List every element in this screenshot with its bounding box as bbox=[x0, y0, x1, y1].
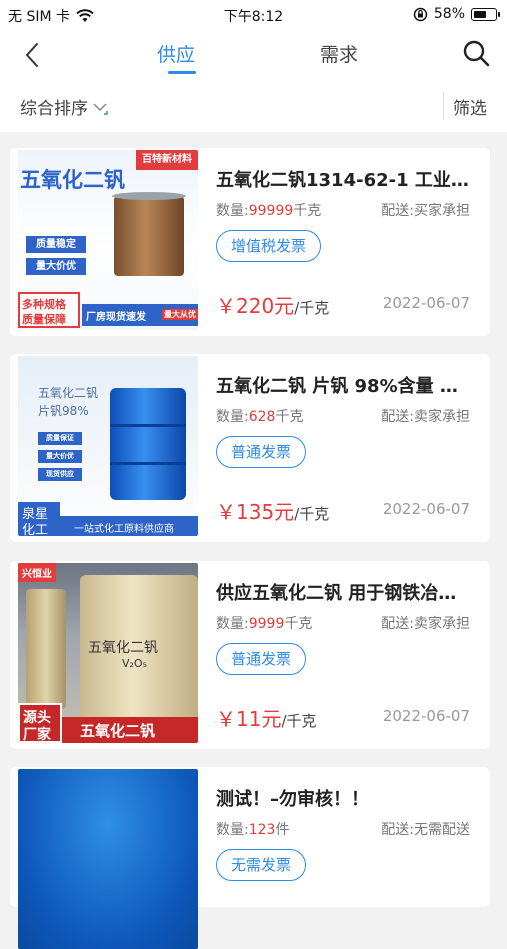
image-tag: 量大价优 bbox=[38, 450, 82, 463]
product-date: 2022-06-07 bbox=[382, 294, 470, 312]
product-card[interactable]: 五氧化二钒 片钒98% 质量保证 量大价优 现货供应 泉星 化工 一站式化工原料… bbox=[10, 354, 490, 542]
product-title[interactable]: 五氧化二钒 片钒 98%含量 … bbox=[216, 372, 482, 398]
tab-demand[interactable]: 需求 bbox=[320, 40, 358, 67]
search-icon[interactable] bbox=[461, 38, 491, 68]
barrel-illustration: 五氧化二钒 V₂O₅ bbox=[80, 575, 198, 725]
battery-icon bbox=[471, 7, 500, 21]
product-quantity: 数量:123件 bbox=[216, 822, 290, 838]
product-quantity: 数量:99999千克 bbox=[216, 203, 322, 219]
product-delivery: 配送:卖家承担 bbox=[381, 616, 470, 632]
image-brand: 泉星 化工 bbox=[18, 502, 60, 536]
back-arrow-icon[interactable] bbox=[18, 40, 48, 70]
product-image[interactable]: 兴恒业 五氧化二钒 V₂O₅ 源头 厂家 五氧化二钒 bbox=[18, 563, 198, 743]
filter-button[interactable]: 筛选 bbox=[453, 94, 487, 119]
product-card[interactable]: 测试！–勿审核！！ 数量:123件 配送:无需配送 无需发票 bbox=[10, 767, 490, 949]
sort-dropdown[interactable]: 综合排序 bbox=[20, 94, 108, 119]
image-brand: 源头 厂家 bbox=[18, 703, 62, 743]
image-tag: 质量保证 bbox=[38, 432, 82, 445]
image-heading: 五氧化二钒 bbox=[20, 168, 125, 192]
image-footer: 五氧化二钒 bbox=[62, 717, 198, 743]
chevron-down-icon bbox=[93, 102, 108, 115]
product-delivery: 配送:买家承担 bbox=[381, 203, 470, 219]
tab-supply[interactable]: 供应 bbox=[157, 40, 195, 67]
status-right: 58% bbox=[413, 6, 500, 22]
barrel-illustration bbox=[26, 589, 66, 709]
invoice-badge: 普通发票 bbox=[216, 436, 307, 468]
image-promo: 多种规格 质量保障 bbox=[18, 292, 80, 328]
sort-label: 综合排序 bbox=[20, 99, 88, 119]
product-title[interactable]: 供应五氧化二钒 用于钢铁冶… bbox=[216, 579, 482, 605]
product-delivery: 配送:无需配送 bbox=[381, 822, 470, 838]
invoice-badge: 无需发票 bbox=[216, 849, 307, 881]
product-quantity: 数量:628千克 bbox=[216, 409, 304, 425]
image-tag: 现货供应 bbox=[38, 468, 82, 481]
invoice-badge: 普通发票 bbox=[216, 643, 307, 675]
image-tag: 质量稳定 bbox=[26, 236, 86, 253]
invoice-badge: 增值税发票 bbox=[216, 230, 322, 262]
image-badge: 兴恒业 bbox=[18, 563, 56, 582]
status-bar: 无 SIM 卡 下午8:12 58% bbox=[0, 0, 507, 30]
product-image[interactable]: 五氧化二钒 片钒98% 质量保证 量大价优 现货供应 泉星 化工 一站式化工原料… bbox=[18, 356, 198, 536]
product-date: 2022-06-07 bbox=[382, 707, 470, 725]
product-image[interactable] bbox=[18, 769, 198, 949]
product-title[interactable]: 五氧化二钒1314-62-1 工业… bbox=[216, 166, 482, 192]
product-card[interactable]: 兴恒业 五氧化二钒 V₂O₅ 源头 厂家 五氧化二钒 供应五氧化二钒 用于钢铁冶… bbox=[10, 561, 490, 749]
product-title[interactable]: 测试！–勿审核！！ bbox=[216, 785, 482, 811]
image-footer: 厂房现货速发 量大从优 bbox=[82, 304, 198, 326]
image-heading: 五氧化二钒 bbox=[38, 386, 99, 400]
image-tag: 量大价优 bbox=[26, 258, 86, 275]
image-heading: 片钒98% bbox=[38, 404, 89, 418]
image-badge: 百特新材料 bbox=[136, 150, 198, 170]
barrel-illustration bbox=[112, 192, 186, 276]
tab-active-indicator bbox=[168, 71, 196, 74]
product-card[interactable]: 百特新材料 五氧化二钒 质量稳定 量大价优 多种规格 质量保障 厂房现货速发 量… bbox=[10, 148, 490, 336]
product-date: 2022-06-07 bbox=[382, 500, 470, 518]
product-delivery: 配送:卖家承担 bbox=[381, 409, 470, 425]
battery-percent: 58% bbox=[433, 6, 465, 22]
image-footer: 一站式化工原料供应商 bbox=[60, 516, 198, 536]
product-price: ￥220元/千克 bbox=[216, 294, 330, 318]
product-price: ￥11元/千克 bbox=[216, 707, 317, 731]
orientation-lock-icon bbox=[413, 7, 428, 21]
filter-divider bbox=[443, 92, 444, 120]
product-quantity: 数量:9999千克 bbox=[216, 616, 313, 632]
filter-bar: 综合排序 筛选 bbox=[0, 80, 507, 132]
product-price: ￥135元/千克 bbox=[216, 500, 330, 524]
product-image[interactable]: 百特新材料 五氧化二钒 质量稳定 量大价优 多种规格 质量保障 厂房现货速发 量… bbox=[18, 150, 198, 330]
top-nav: 供应 需求 bbox=[0, 30, 507, 80]
barrel-illustration bbox=[110, 388, 186, 500]
